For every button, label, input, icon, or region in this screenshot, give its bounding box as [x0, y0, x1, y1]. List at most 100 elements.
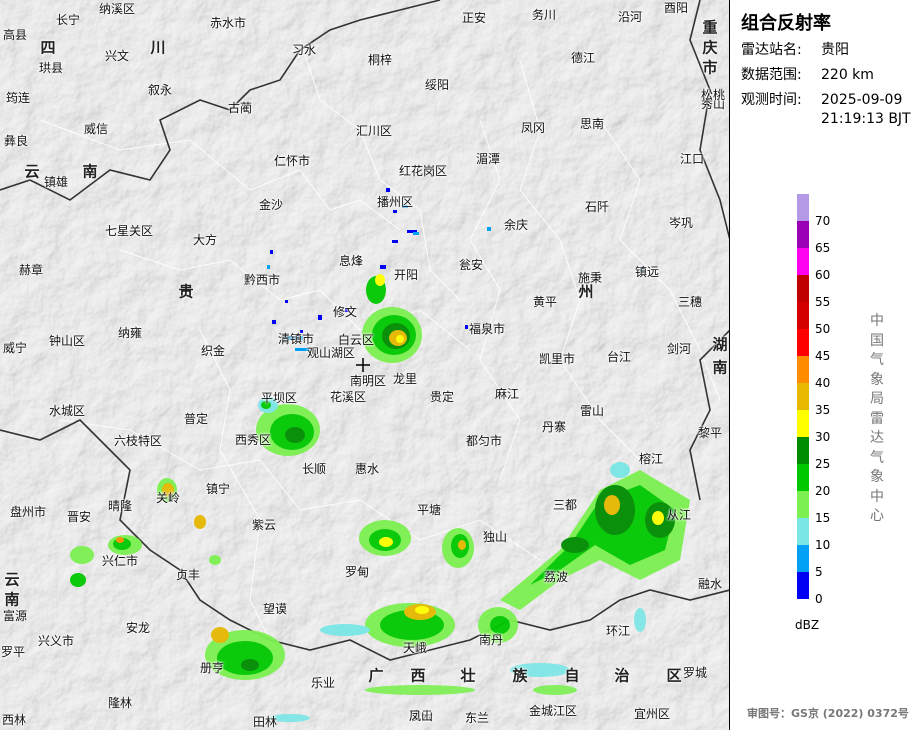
city-label: 罗城	[682, 666, 708, 680]
city-label: 播州区	[376, 195, 414, 209]
city-label: 平坝区	[260, 391, 298, 405]
city-label: 松桃	[700, 88, 726, 102]
city-label: 赤水市	[209, 16, 247, 30]
radar-map[interactable]: 四川云南贵州广西壮族自治区重庆市湖南云南长宁 纳溪区 赤水市 正安 务川 沿河 酉阳 高县 兴文…	[0, 0, 730, 730]
province-label: 州	[578, 282, 594, 301]
legend-swatch	[797, 491, 809, 518]
city-label: 西林	[1, 713, 27, 727]
legend-tick-label: 40	[815, 376, 831, 390]
legend-swatch	[797, 383, 809, 410]
city-label: 长顺	[301, 462, 327, 476]
city-label: 关岭	[155, 491, 181, 505]
city-label: 安龙	[125, 621, 151, 635]
city-label: 江口	[679, 152, 705, 166]
city-label: 德江	[570, 51, 596, 65]
city-label: 珙县	[38, 61, 64, 75]
city-label: 花溪区	[329, 390, 367, 404]
legend-tick-label: 45	[815, 349, 831, 363]
city-label: 彝良	[3, 134, 29, 148]
city-label: 乐业	[310, 676, 336, 690]
city-label: 贵定	[429, 390, 455, 404]
city-label: 息烽	[338, 254, 364, 268]
province-label: 湖	[712, 335, 728, 354]
city-label: 盘州市	[9, 505, 47, 519]
city-label: 台江	[606, 350, 632, 364]
city-label: 习水	[291, 43, 317, 57]
legend-swatch	[797, 221, 809, 248]
range-value: 220 km	[821, 67, 874, 83]
city-label: 赫章	[18, 263, 44, 277]
city-label: 南丹	[478, 633, 504, 647]
legend-swatch	[797, 518, 809, 545]
legend-tick-label: 55	[815, 295, 831, 309]
city-label: 正安	[461, 11, 487, 25]
city-label: 望谟	[262, 602, 288, 616]
city-label: 瓮安	[458, 258, 484, 272]
legend-tick-label: 15	[815, 511, 831, 525]
city-label: 晋安	[66, 510, 92, 524]
legend-tick-label: 10	[815, 538, 831, 552]
legend-tick-label: 20	[815, 484, 831, 498]
province-label: 南	[82, 162, 98, 181]
city-label: 叙永	[147, 83, 173, 97]
province-label: 云	[24, 162, 40, 181]
city-label: 镇宁	[205, 482, 231, 496]
city-label: 绥阳	[424, 78, 450, 92]
legend-swatch	[797, 410, 809, 437]
city-label: 惠水	[354, 462, 380, 476]
province-label: 区	[666, 666, 682, 685]
city-label: 龙里	[392, 372, 418, 386]
legend-swatch	[797, 194, 809, 221]
station-label: 雷达站名:	[741, 42, 802, 58]
city-label: 桐梓	[367, 53, 393, 67]
legend-tick-label: 70	[815, 214, 831, 228]
city-label: 石阡	[584, 200, 610, 214]
city-label: 东兰	[464, 711, 490, 725]
city-label: 威信	[83, 122, 109, 136]
city-label: 田林	[252, 715, 278, 729]
city-label: 长宁	[55, 13, 81, 27]
legend-tick-label: 5	[815, 565, 823, 579]
city-label: 荔波	[543, 570, 569, 584]
city-label: 册亨	[199, 661, 225, 675]
station-value: 贵阳	[821, 42, 849, 58]
city-label: 榕江	[638, 452, 664, 466]
province-label: 川	[150, 38, 166, 57]
city-label: 六枝特区	[113, 434, 163, 448]
time-clock: 21:19:13 BJT	[821, 110, 911, 127]
city-label: 水城区	[48, 404, 86, 418]
province-label: 广	[368, 666, 384, 685]
city-label: 西秀区	[234, 433, 272, 447]
legend-swatch	[797, 437, 809, 464]
city-label: 融水	[697, 577, 723, 591]
city-label: 汇川区	[355, 124, 393, 138]
legend-tick-label: 30	[815, 430, 831, 444]
city-label: 镇远	[634, 265, 660, 279]
city-label: 天峨	[402, 641, 428, 655]
city-label: 宜州区	[633, 707, 671, 721]
city-label: 大方	[192, 233, 218, 247]
city-label: 金沙	[258, 198, 284, 212]
legend-tick-label: 65	[815, 241, 831, 255]
city-label: 纳溪区	[98, 2, 136, 16]
dbz-color-legend	[797, 194, 809, 599]
city-label: 岑巩	[668, 216, 694, 230]
city-label: 古蔺	[227, 101, 253, 115]
city-label: 罗甸	[344, 565, 370, 579]
province-label: 庆	[702, 38, 718, 57]
city-label: 观山湖区	[306, 346, 356, 360]
city-label: 仁怀市	[273, 154, 311, 168]
city-label: 三穗	[677, 295, 703, 309]
province-label: 自	[564, 666, 580, 685]
city-label: 镇雄	[43, 175, 69, 189]
city-label: 兴仁市	[101, 554, 139, 568]
time-label: 观测时间:	[741, 92, 802, 108]
city-label: 七星关区	[104, 224, 154, 238]
legend-tick-label: 0	[815, 592, 823, 606]
province-label: 市	[702, 58, 718, 77]
legend-tick-label: 25	[815, 457, 831, 471]
city-label: 黔西市	[243, 273, 281, 287]
legend-swatch	[797, 545, 809, 572]
legend-tick-label: 50	[815, 322, 831, 336]
info-panel: 组合反射率 雷达站名: 贵阳 数据范围: 220 km 观测时间: 2025-09-0…	[731, 0, 920, 730]
